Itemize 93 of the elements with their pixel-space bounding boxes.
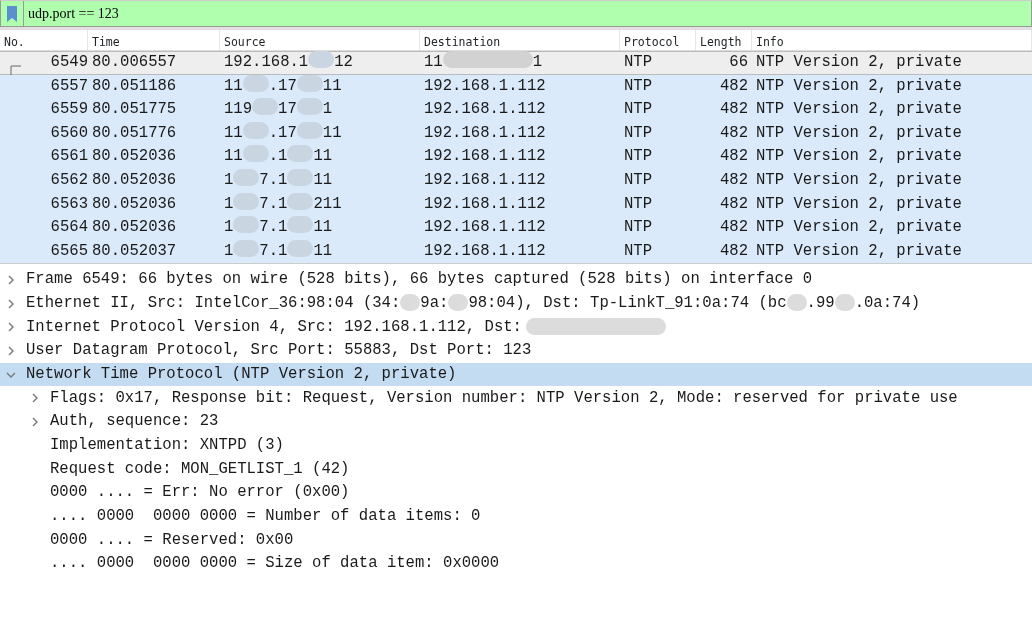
table-cell-text: 6557 bbox=[49, 75, 88, 97]
table-cell-text: 80.051186 bbox=[91, 75, 178, 97]
table-cell-text: 11 .17 11 bbox=[223, 74, 343, 97]
table-cell-text: NTP bbox=[623, 217, 654, 239]
detail-text[interactable]: 0000 .... = Err: No error (0x00) bbox=[50, 481, 350, 505]
table-cell-text: 11 .1 11 bbox=[223, 145, 334, 168]
table-cell-text: 80.052036 bbox=[91, 193, 178, 215]
table-cell-text: NTP bbox=[623, 52, 654, 74]
table-cell-text: 1 7.1 211 bbox=[223, 192, 343, 215]
table-cell-text: NTP Version 2, private bbox=[755, 99, 963, 121]
table-cell-text: 192.168.1.112 bbox=[423, 217, 547, 239]
table-cell-text: 80.051775 bbox=[91, 99, 178, 121]
packet-row[interactable]: 6564 80.052036 1 7.1 11 192.168.1.112 NTP 482 NTP Version 2, private bbox=[0, 216, 1032, 240]
table-cell-text: NTP Version 2, private bbox=[755, 240, 963, 262]
table-cell-text: 192.168.1 12 bbox=[223, 51, 354, 74]
table-cell-text: 6562 bbox=[49, 170, 88, 192]
table-cell-text: 6565 bbox=[49, 240, 88, 262]
column-header[interactable]: Time bbox=[88, 30, 220, 50]
table-cell-text: 482 bbox=[718, 99, 749, 121]
table-cell-text: 119 17 1 bbox=[223, 98, 334, 121]
table-cell-text: NTP Version 2, private bbox=[755, 193, 963, 215]
table-cell-text: 192.168.1.112 bbox=[423, 170, 547, 192]
packet-row[interactable]: 6549 80.006557 192.168.1 12 11 1 NTP 66 NTP Version 2, private bbox=[0, 51, 1032, 75]
column-header[interactable]: Destination bbox=[420, 30, 620, 50]
column-header[interactable]: Protocol bbox=[620, 30, 696, 50]
table-cell-text: NTP bbox=[623, 99, 654, 121]
detail-text[interactable]: Network Time Protocol (NTP Version 2, private) bbox=[26, 362, 457, 387]
table-cell-text: 6560 bbox=[49, 122, 88, 144]
table-cell-text: 482 bbox=[718, 146, 749, 168]
table-cell-text: 482 bbox=[718, 75, 749, 97]
column-header[interactable]: Source bbox=[220, 30, 420, 50]
detail-text[interactable]: Frame 6549: 66 bytes on wire (528 bits), 66 bytes captured (528 bits) on interface 0 bbox=[26, 268, 813, 292]
detail-text[interactable]: .... 0000 0000 0000 = Size of data item: 0x0000 bbox=[50, 552, 500, 576]
column-header[interactable]: Info bbox=[752, 30, 1032, 50]
table-cell-text: NTP bbox=[623, 193, 654, 215]
table-cell-text: NTP Version 2, private bbox=[755, 146, 963, 168]
table-cell-text: 1 7.1 11 bbox=[223, 169, 334, 192]
table-cell-text: 1 7.1 11 bbox=[223, 216, 334, 239]
column-header[interactable]: Length bbox=[696, 30, 752, 50]
table-cell-text: 6563 bbox=[49, 193, 88, 215]
table-cell-text: NTP Version 2, private bbox=[755, 170, 963, 192]
detail-text[interactable]: Request code: MON_GETLIST_1 (42) bbox=[50, 457, 350, 482]
detail-text[interactable]: Flags: 0x17, Response bit: Request, Version number: NTP Version 2, Mode: reserved for private use bbox=[50, 386, 958, 410]
detail-text[interactable]: Ethernet II, Src: IntelCor_36:98:04 (34: 9a: 98:04), Dst: Tp-LinkT_91:0a:74 (bc .99 .0a:74) bbox=[26, 291, 921, 316]
detail-row[interactable]: Network Time Protocol (NTP Version 2, private) bbox=[0, 362, 1032, 387]
table-cell-text: NTP bbox=[623, 146, 654, 168]
table-cell-text: NTP Version 2, private bbox=[755, 52, 963, 74]
detail-text[interactable]: Auth, sequence: 23 bbox=[50, 410, 219, 434]
table-cell-text: 1 7.1 11 bbox=[223, 239, 334, 262]
table-cell-text: 482 bbox=[718, 217, 749, 239]
packet-row[interactable]: 6557 80.051186 11 .17 11 192.168.1.112 NTP 482 NTP Version 2, private bbox=[0, 74, 1032, 99]
packet-row[interactable]: 6560 80.051776 11 .17 11 192.168.1.112 NTP 482 NTP Version 2, private bbox=[0, 121, 1032, 146]
packet-row[interactable]: 6562 80.052036 1 7.1 11 192.168.1.112 NTP 482 NTP Version 2, private bbox=[0, 168, 1032, 193]
packet-row[interactable]: 6563 80.052036 1 7.1 211 192.168.1.112 NTP 482 NTP Version 2, private bbox=[0, 192, 1032, 217]
detail-text[interactable]: Internet Protocol Version 4, Src: 192.168.1.112, Dst: bbox=[26, 315, 666, 339]
detail-text[interactable]: .... 0000 0000 0000 = Number of data items: 0 bbox=[50, 505, 481, 529]
table-cell-text: 192.168.1.112 bbox=[423, 146, 547, 168]
table-cell-text: NTP bbox=[623, 170, 654, 192]
table-cell-text: 6564 bbox=[49, 217, 88, 239]
table-cell-text: 192.168.1.112 bbox=[423, 75, 547, 97]
table-cell-text: 192.168.1.112 bbox=[423, 240, 547, 262]
detail-text[interactable]: 0000 .... = Reserved: 0x00 bbox=[50, 528, 294, 553]
table-cell-text: 482 bbox=[718, 170, 749, 192]
table-cell-text: 6559 bbox=[49, 99, 88, 121]
packet-row[interactable]: 6559 80.051775 119 17 1 192.168.1.112 NTP 482 NTP Version 2, private bbox=[0, 98, 1032, 122]
table-cell-text: 6549 bbox=[49, 52, 88, 74]
table-cell-text: NTP Version 2, private bbox=[755, 217, 963, 239]
table-cell-text: 192.168.1.112 bbox=[423, 99, 547, 121]
detail-text[interactable]: Implementation: XNTPD (3) bbox=[50, 433, 284, 458]
table-cell-text: 66 bbox=[728, 52, 749, 74]
table-cell-text: 192.168.1.112 bbox=[423, 193, 547, 215]
table-cell-text: 80.052037 bbox=[91, 240, 178, 262]
table-cell-text: NTP bbox=[623, 75, 654, 97]
detail-text[interactable]: User Datagram Protocol, Src Port: 55883, Dst Port: 123 bbox=[26, 339, 532, 363]
table-cell-text: 80.052036 bbox=[91, 170, 178, 192]
related-packet-icon bbox=[10, 62, 24, 76]
table-cell-text: 80.052036 bbox=[91, 146, 178, 168]
table-cell-text: 80.006557 bbox=[91, 52, 178, 74]
table-cell-text: 80.051776 bbox=[91, 122, 178, 144]
table-cell-text: NTP Version 2, private bbox=[755, 75, 963, 97]
packet-row[interactable]: 6565 80.052037 1 7.1 11 192.168.1.112 NTP 482 NTP Version 2, private bbox=[0, 239, 1032, 264]
column-header[interactable]: No. bbox=[0, 30, 88, 50]
table-cell-text: 6561 bbox=[49, 146, 88, 168]
table-cell-text: NTP Version 2, private bbox=[755, 122, 963, 144]
table-cell-text: 482 bbox=[718, 193, 749, 215]
table-cell-text: 11 .17 11 bbox=[223, 121, 343, 144]
table-cell-text: 482 bbox=[718, 240, 749, 262]
packet-row[interactable]: 6561 80.052036 11 .1 11 192.168.1.112 NTP 482 NTP Version 2, private bbox=[0, 145, 1032, 169]
table-cell-text: 482 bbox=[718, 122, 749, 144]
table-cell-text: 192.168.1.112 bbox=[423, 122, 547, 144]
table-cell-text: NTP bbox=[623, 240, 654, 262]
table-cell-text: NTP bbox=[623, 122, 654, 144]
table-cell-text: 80.052036 bbox=[91, 217, 178, 239]
